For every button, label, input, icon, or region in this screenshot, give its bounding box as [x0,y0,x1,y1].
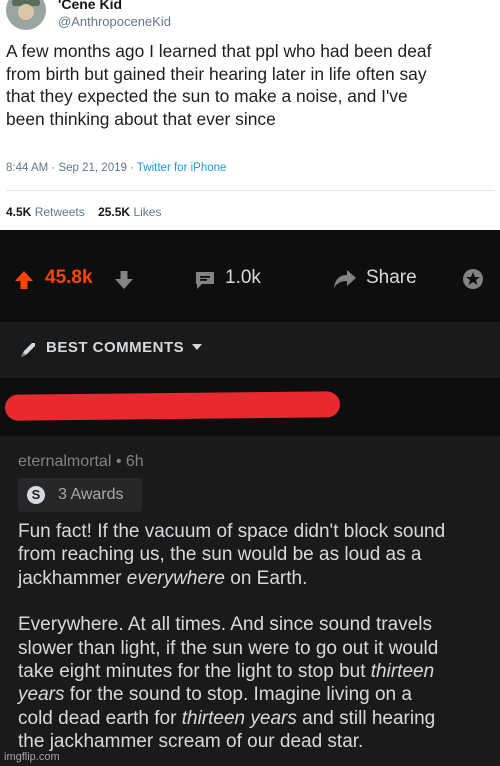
tweet-card: 'Cene Kid @AnthropoceneKid A few months … [0,0,500,230]
upvote-arrow-icon[interactable] [12,268,36,297]
tweet-source-link[interactable]: Twitter for iPhone [137,162,226,174]
comment-line: Fun fact! If the vacuum of space didn't … [18,521,446,542]
redacted-comment [0,378,500,436]
meta-separator: • [115,453,122,470]
awards-badge[interactable]: S 3 Awards [18,478,142,512]
tweet-display-name[interactable]: 'Cene Kid [58,0,122,12]
tweet-text-line: that they expected the sun to make a noi… [6,86,408,106]
like-count[interactable]: 25.5K [98,205,130,219]
comment-author[interactable]: eternalmortal [18,453,111,470]
comment-sort-dropdown[interactable]: BEST COMMENTS [0,322,500,378]
meta-separator: · [130,162,134,174]
post-action-bar: 45.8k 1.0k Share [0,230,500,322]
comment-line: jackhammer everywhere on Earth. [18,567,308,589]
tweet-stats: 4.5K Retweets 25.5K Likes [6,205,161,219]
retweet-count[interactable]: 4.5K [6,205,31,219]
tweet-time[interactable]: 8:44 AM [6,162,48,174]
awards-label: 3 Awards [58,486,124,503]
tweet-text-line: from birth but gained their hearing late… [6,63,427,84]
comment-line: years for the sound to stop. Imagine liv… [18,684,412,706]
sort-label: BEST COMMENTS [46,339,185,356]
chevron-down-icon [192,344,202,350]
divider [6,190,494,191]
tweet-timestamp: 8:44 AM · Sep 21, 2019 · Twitter for iPh… [6,162,226,174]
downvote-arrow-icon[interactable] [112,268,136,297]
share-arrow-icon[interactable] [332,266,358,297]
comment-line: from reaching us, the sun would be as lo… [18,544,422,566]
like-label[interactable]: Likes [133,205,161,219]
tweet-text-line: A few months ago I learned that ppl who … [6,41,432,61]
comment-age: 6h [125,453,144,470]
silver-award-icon: S [27,486,45,504]
reddit-thread: 45.8k 1.0k Share BEST COMMENTS eternalmo… [0,230,500,766]
tweet-text-line: been thinking about that ever since [6,108,276,129]
comment-line: the jackhammer scream of our dead star. [18,731,364,753]
comment-line: Everywhere. At all times. And since soun… [18,614,432,636]
award-icon[interactable] [460,266,486,297]
comment-count[interactable]: 1.0k [225,267,261,289]
post-score: 45.8k [45,267,93,288]
comment-meta: eternalmortal • 6h [18,453,144,471]
retweet-label[interactable]: Retweets [35,205,85,219]
meta-separator: · [51,162,56,174]
tweet-text: A few months ago I learned that ppl who … [6,40,496,130]
tweet-date[interactable]: Sep 21, 2019 [58,162,126,174]
comment: eternalmortal • 6h S 3 Awards Fun fact! … [0,436,500,766]
watermark: imgflip.com [4,751,60,763]
redaction-scribble [4,391,341,421]
comment-body: Fun fact! If the vacuum of space didn't … [18,520,498,754]
rocket-icon [18,340,38,365]
tweet-handle[interactable]: @AnthropoceneKid [58,14,171,29]
avatar[interactable] [6,0,46,30]
comment-line: take eight minutes for the light to stop… [18,661,435,683]
comment-bubble-icon[interactable] [193,268,217,297]
comment-line: slower than light, if the sun were to go… [18,637,439,659]
comment-line: cold dead earth for thirteen years and s… [18,707,436,729]
share-button[interactable]: Share [366,267,417,289]
